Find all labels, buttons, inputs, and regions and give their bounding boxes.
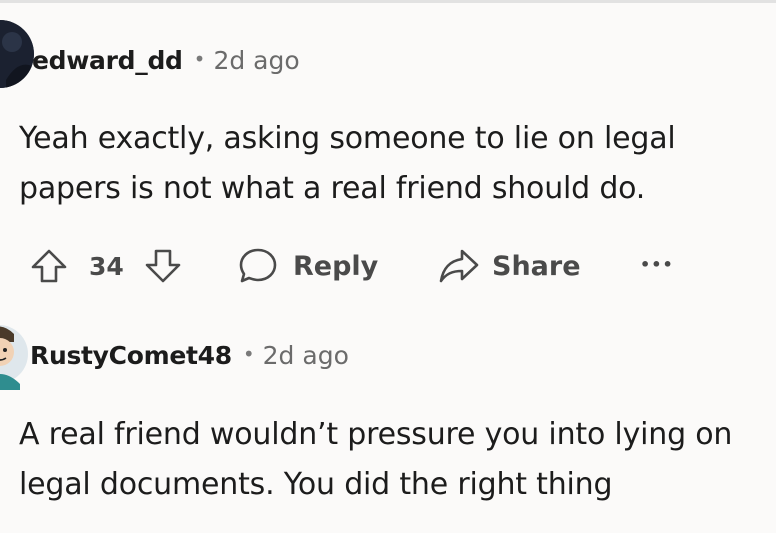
comment-header: edward_dd • 2d ago <box>32 42 300 78</box>
username-link[interactable]: edward_dd <box>32 46 183 75</box>
share-label: Share <box>492 250 581 282</box>
reply-button[interactable]: Reply <box>238 244 378 288</box>
more-options-button[interactable]: ••• <box>640 248 674 280</box>
downvote-icon <box>145 249 181 283</box>
share-arrow-icon <box>439 249 479 283</box>
upvote-button[interactable] <box>30 246 68 286</box>
comment: RustyComet48 • 2d ago A real friend woul… <box>0 310 776 533</box>
separator-dot: • <box>242 342 255 366</box>
timestamp[interactable]: 2d ago <box>213 46 299 75</box>
comment-actions: 34 Reply Share ••• <box>0 238 776 294</box>
avatar[interactable] <box>0 318 28 390</box>
comment: edward_dd • 2d ago Yeah exactly, asking … <box>0 0 776 300</box>
comment-header: RustyComet48 • 2d ago <box>30 337 349 373</box>
reply-bubble-icon <box>239 248 277 283</box>
avatar-image <box>0 325 28 390</box>
vote-count-label: 34 <box>89 251 124 281</box>
username-link[interactable]: RustyComet48 <box>30 341 232 370</box>
more-options-icon: ••• <box>640 254 674 274</box>
avatar[interactable] <box>0 20 34 88</box>
reply-label: Reply <box>293 250 379 282</box>
comment-body: Yeah exactly, asking someone to lie on l… <box>19 121 676 206</box>
comment-body: A real friend wouldn’t pressure you into… <box>19 417 733 502</box>
avatar-image <box>0 20 34 88</box>
separator-dot: • <box>193 47 206 71</box>
share-button[interactable]: Share <box>438 244 581 288</box>
upvote-icon <box>31 249 67 283</box>
timestamp[interactable]: 2d ago <box>263 341 349 370</box>
vote-count: 34 <box>89 246 124 286</box>
downvote-button[interactable] <box>144 246 182 286</box>
